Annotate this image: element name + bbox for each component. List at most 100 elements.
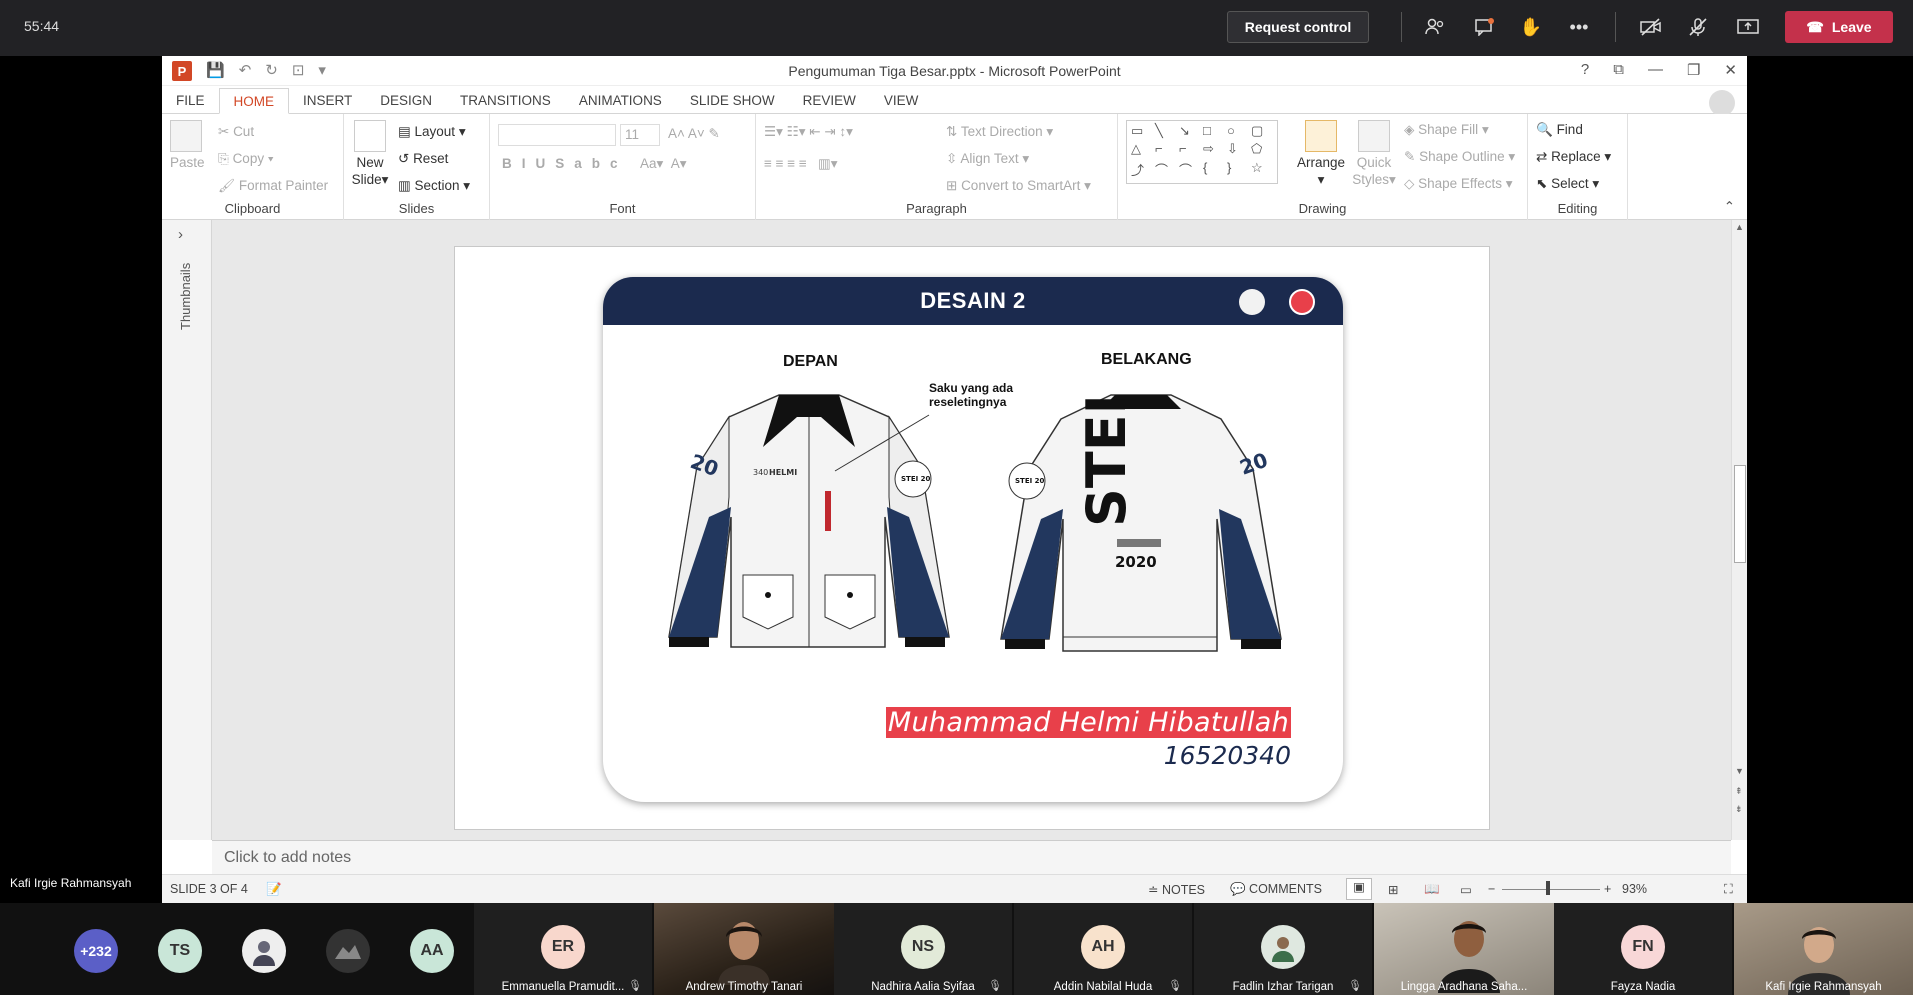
restore-icon[interactable]: ❐ xyxy=(1687,61,1700,79)
quick-styles-button[interactable]: Quick Styles▾ xyxy=(1352,120,1396,188)
chat-icon[interactable] xyxy=(1471,14,1497,40)
front-jacket-illustration: 20 340 HELMI STEI 20 xyxy=(668,394,950,648)
avatar-aa[interactable]: AA xyxy=(410,929,454,973)
reading-view-icon[interactable]: 📖 xyxy=(1424,882,1440,897)
notes-label: NOTES xyxy=(1161,883,1206,897)
clipboard-group: Paste ✂ Cut ⎘ Copy ▾ 🖌 Format Painter Cl… xyxy=(162,114,344,220)
mic-off-icon: 🎙 xyxy=(988,980,1002,992)
ribbon-display-icon[interactable]: ⧉ xyxy=(1613,61,1624,79)
scroll-down-icon[interactable]: ▼ xyxy=(1735,766,1744,776)
notes-button[interactable]: ≐ NOTES xyxy=(1148,882,1205,897)
participant-tile[interactable]: ER Emmanuella Pramudit... 🎙 xyxy=(474,903,652,995)
text-direction-label: Text Direction xyxy=(960,124,1043,139)
share-icon[interactable] xyxy=(1735,14,1761,40)
collapse-ribbon-icon[interactable]: ⌃ xyxy=(1724,199,1735,215)
font-format-buttons[interactable]: BIUSabc xyxy=(502,156,628,171)
tab-design[interactable]: DESIGN xyxy=(366,87,446,113)
tab-file[interactable]: FILE xyxy=(162,87,219,113)
help-icon[interactable]: ? xyxy=(1581,61,1589,79)
minimize-icon[interactable]: — xyxy=(1648,61,1663,79)
tab-home[interactable]: HOME xyxy=(218,88,290,114)
self-video[interactable]: Kafi Irgie Rahmansyah xyxy=(1734,903,1913,995)
next-slide-icon[interactable]: ⇟ xyxy=(1735,804,1743,815)
comments-button[interactable]: 💬 COMMENTS xyxy=(1230,882,1322,897)
align-icons[interactable]: ≡ ≡ ≡ ≡ ▥▾ xyxy=(764,156,838,172)
zoom-in-icon[interactable]: + xyxy=(1604,882,1611,896)
copy-button[interactable]: ⎘ Copy ▾ xyxy=(218,151,274,167)
arrange-button[interactable]: Arrange ▾ xyxy=(1296,120,1346,188)
align-text-button[interactable]: ⇳ Align Text ▾ xyxy=(946,151,1029,167)
thumbnails-label[interactable]: Thumbnails xyxy=(178,263,193,330)
find-button[interactable]: 🔍 Find xyxy=(1536,122,1583,138)
participant-video[interactable]: Lingga Aradhana Saha... xyxy=(1374,903,1554,995)
format-painter-button[interactable]: 🖌 Format Painter xyxy=(218,178,328,194)
shape-outline-button[interactable]: ✎ Shape Outline ▾ xyxy=(1404,149,1515,165)
shape-effects-button[interactable]: ◇ Shape Effects ▾ xyxy=(1404,176,1512,192)
tab-animations[interactable]: ANIMATIONS xyxy=(565,87,676,113)
participant-tile[interactable]: NS Nadhira Aalia Syifaa 🎙 xyxy=(834,903,1012,995)
zoom-level[interactable]: 93% xyxy=(1622,882,1647,896)
grow-font-icon[interactable]: A˄ A˅ ✎ xyxy=(668,126,720,142)
replace-button[interactable]: ⇄ Replace ▾ xyxy=(1536,149,1611,165)
participant-tile[interactable]: Fadlin Izhar Tarigan 🎙 xyxy=(1194,903,1372,995)
mic-off-icon: 🎙 xyxy=(1348,980,1362,992)
shape-fill-button[interactable]: ◈ Shape Fill ▾ xyxy=(1404,122,1489,138)
change-case-icon[interactable]: Aa▾ A▾ xyxy=(640,156,687,172)
tab-review[interactable]: REVIEW xyxy=(789,87,870,113)
zoom-slider[interactable] xyxy=(1502,889,1600,890)
section-button[interactable]: ▥ Section ▾ xyxy=(398,178,470,194)
scroll-thumb[interactable] xyxy=(1734,465,1746,563)
quick-styles-icon xyxy=(1358,120,1390,152)
slide-canvas[interactable]: DESAIN 2 DEPAN BELAKANG 20 340 HELMI STE… xyxy=(454,246,1490,830)
convert-smartart-button[interactable]: ⊞ Convert to SmartArt ▾ xyxy=(946,178,1091,194)
slide-sorter-icon[interactable]: ⊞ xyxy=(1388,882,1398,897)
avatar-photo[interactable] xyxy=(242,929,286,973)
vertical-scrollbar[interactable]: ▲ ▼ ⇞ ⇟ xyxy=(1731,220,1747,840)
tab-transitions[interactable]: TRANSITIONS xyxy=(446,87,565,113)
tab-slide-show[interactable]: SLIDE SHOW xyxy=(676,87,789,113)
participant-video[interactable]: Andrew Timothy Tanari xyxy=(654,903,834,995)
close-icon[interactable]: ✕ xyxy=(1724,61,1737,79)
participant-tile[interactable]: AH Addin Nabilal Huda 🎙 xyxy=(1014,903,1192,995)
cut-button[interactable]: ✂ Cut xyxy=(218,124,254,140)
overflow-participants[interactable]: +232 xyxy=(74,929,118,973)
mic-off-icon[interactable] xyxy=(1685,14,1711,40)
zoom-slider-handle[interactable] xyxy=(1546,881,1550,895)
front-label: DEPAN xyxy=(783,353,838,370)
expand-thumbnails-icon[interactable]: › xyxy=(178,226,183,243)
raise-hand-icon[interactable]: ✋ xyxy=(1518,14,1544,40)
notes-pane[interactable]: Click to add notes xyxy=(212,840,1731,875)
request-control-button[interactable]: Request control xyxy=(1227,11,1369,43)
zoom-out-icon[interactable]: − xyxy=(1488,882,1495,896)
bullets-icon[interactable]: ☰▾ ☷▾ ⇤ ⇥ ↕▾ xyxy=(764,124,853,140)
leave-button[interactable]: ☎ Leave xyxy=(1785,11,1893,43)
tab-view[interactable]: VIEW xyxy=(870,87,933,113)
reset-button[interactable]: ↺ Reset xyxy=(398,151,448,167)
participant-name: Addin Nabilal Huda xyxy=(1053,981,1153,993)
participant-photo-avatar xyxy=(1261,925,1305,969)
avatar-ts[interactable]: TS xyxy=(158,929,202,973)
spell-check-icon[interactable]: 📝 xyxy=(266,882,282,897)
account-avatar[interactable] xyxy=(1709,90,1735,116)
font-size-input[interactable]: 11 xyxy=(620,124,660,146)
scroll-up-icon[interactable]: ▲ xyxy=(1735,222,1744,232)
font-name-input[interactable] xyxy=(498,124,616,146)
people-icon[interactable] xyxy=(1422,14,1448,40)
slideshow-view-icon[interactable]: ▭ xyxy=(1460,882,1472,897)
tab-insert[interactable]: INSERT xyxy=(289,87,366,113)
avatar-photo[interactable] xyxy=(326,929,370,973)
paste-button[interactable]: Paste xyxy=(170,120,205,171)
shapes-gallery[interactable]: ▭ ╲ ↘ □ ○ ▢ △ ⌐ ⌐ ⇨ ⇩ ⬠ ⤴ ⌒ ⌒{} ☆ xyxy=(1126,120,1278,184)
previous-slide-icon[interactable]: ⇞ xyxy=(1735,786,1743,797)
more-icon[interactable]: ••• xyxy=(1566,14,1592,40)
select-button[interactable]: ⬉ Select ▾ xyxy=(1536,176,1599,192)
convert-smartart-label: Convert to SmartArt xyxy=(961,178,1081,193)
fit-to-window-icon[interactable]: ⛶ xyxy=(1724,882,1733,897)
participant-tile[interactable]: FN Fayza Nadia xyxy=(1554,903,1732,995)
normal-view-icon[interactable]: ▣ xyxy=(1346,878,1372,900)
camera-off-icon[interactable] xyxy=(1638,14,1664,40)
text-direction-button[interactable]: ⇅ Text Direction ▾ xyxy=(946,124,1053,140)
participant-name: Fadlin Izhar Tarigan xyxy=(1232,981,1334,993)
new-slide-button[interactable]: New Slide▾ xyxy=(350,120,390,188)
layout-button[interactable]: ▤ Layout ▾ xyxy=(398,124,466,140)
